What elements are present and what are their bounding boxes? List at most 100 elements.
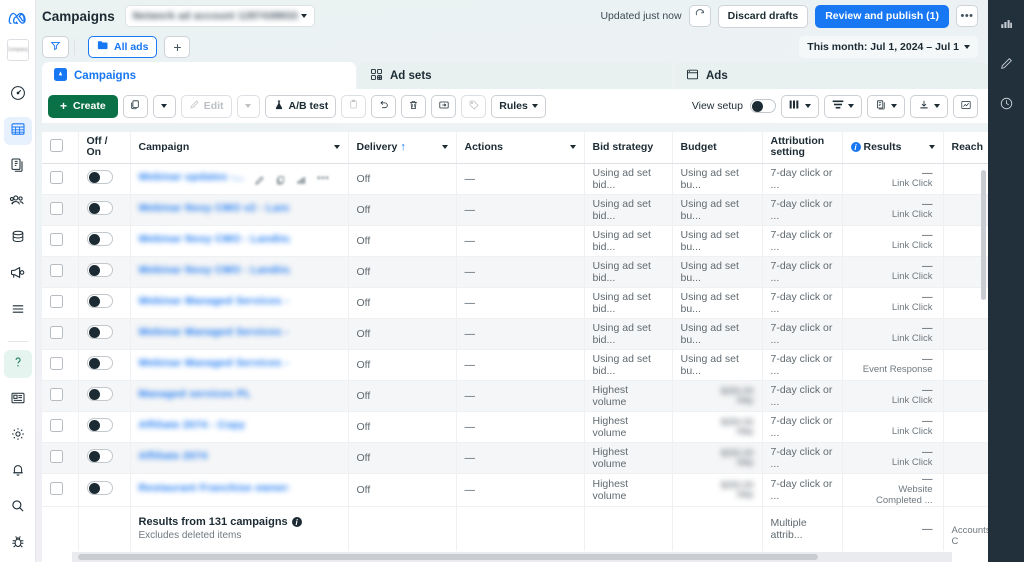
table-row[interactable]: Webinar Nosy CMO - Landing - DNS Off — U… bbox=[42, 225, 988, 257]
row-onoff-toggle[interactable] bbox=[86, 294, 113, 308]
row-checkbox[interactable] bbox=[50, 201, 63, 215]
table-row[interactable]: Affiliate 2074 - Copy Off — Highest volu… bbox=[42, 411, 988, 443]
right-rail-item-edit-panel[interactable] bbox=[992, 52, 1020, 80]
campaign-name-link[interactable]: Affiliate 2074 - Copy bbox=[139, 419, 246, 431]
undo-button[interactable] bbox=[371, 94, 397, 118]
sidebar-item-settings[interactable] bbox=[4, 422, 32, 450]
tab-adsets[interactable]: Ad sets bbox=[358, 62, 672, 89]
row-onoff-toggle[interactable] bbox=[86, 481, 113, 495]
campaign-name-link[interactable]: Webinar Nosy CMO v2 - Landing - EN bbox=[139, 202, 289, 214]
campaign-name-link[interactable]: Webinar Nosy CMO - Landing - DNS bbox=[139, 233, 289, 245]
select-all-checkbox[interactable] bbox=[50, 139, 63, 153]
row-checkbox[interactable] bbox=[50, 418, 63, 432]
horizontal-scrollbar[interactable] bbox=[78, 554, 818, 560]
sidebar-item-news[interactable] bbox=[4, 386, 32, 414]
row-checkbox[interactable] bbox=[50, 170, 63, 184]
info-icon[interactable]: i bbox=[850, 142, 861, 153]
row-checkbox[interactable] bbox=[50, 356, 63, 370]
edit-menu-button[interactable] bbox=[236, 94, 260, 118]
sort-asc-icon[interactable]: ↑ bbox=[400, 141, 406, 153]
duplicate-button[interactable] bbox=[122, 94, 148, 118]
create-button[interactable]: + Create bbox=[48, 94, 118, 118]
table-row[interactable]: Webinar Managed Services - ENG - Landing… bbox=[42, 287, 988, 319]
view-setup-toggle[interactable] bbox=[750, 99, 776, 113]
chevron-down-icon[interactable] bbox=[569, 145, 576, 150]
row-onoff-toggle[interactable] bbox=[86, 263, 113, 277]
table-row[interactable]: Affiliate 2074 Off — Highest volume $250… bbox=[42, 442, 988, 474]
sidebar-item-overview[interactable] bbox=[4, 81, 32, 109]
row-checkbox[interactable] bbox=[50, 263, 63, 277]
discard-drafts-button[interactable]: Discard drafts bbox=[717, 4, 809, 28]
row-onoff-toggle[interactable] bbox=[86, 449, 113, 463]
table-row[interactable]: Webinar Nosy CMO v2 - Landing - EN Off —… bbox=[42, 194, 988, 226]
columns-button[interactable] bbox=[781, 94, 819, 118]
row-onoff-toggle[interactable] bbox=[86, 325, 113, 339]
sidebar-item-campaigns[interactable] bbox=[3, 117, 32, 145]
row-checkbox[interactable] bbox=[50, 481, 63, 495]
breakdown-button[interactable] bbox=[824, 94, 862, 118]
right-rail-item-insights[interactable] bbox=[992, 12, 1020, 40]
add-filter-button[interactable]: + bbox=[164, 36, 191, 58]
sidebar-item-search[interactable] bbox=[4, 494, 32, 522]
delete-button[interactable] bbox=[401, 94, 427, 118]
vertical-scrollbar[interactable] bbox=[981, 170, 986, 300]
sidebar-item-ads-reporting[interactable] bbox=[4, 261, 32, 289]
row-checkbox[interactable] bbox=[50, 232, 63, 246]
row-checkbox[interactable] bbox=[50, 449, 63, 463]
table-row[interactable]: Webinar Managed Services - Modernize Off… bbox=[42, 349, 988, 381]
export-button[interactable] bbox=[431, 94, 457, 118]
download-button[interactable] bbox=[910, 94, 948, 118]
table-row[interactable]: Webinar Nosy CMO - Landing Off — Using a… bbox=[42, 256, 988, 288]
paste-button[interactable] bbox=[341, 94, 367, 118]
row-onoff-toggle[interactable] bbox=[86, 356, 113, 370]
account-selector[interactable]: Network ad account 1287438833 bbox=[124, 5, 315, 27]
row-checkbox[interactable] bbox=[50, 387, 63, 401]
row-checkbox[interactable] bbox=[50, 294, 63, 308]
table-row[interactable]: Webinar updates -... ••• Off — Using ad … bbox=[42, 163, 988, 195]
sidebar-item-notifications[interactable] bbox=[4, 458, 32, 486]
duplicate-menu-button[interactable] bbox=[152, 94, 176, 118]
campaign-name-link[interactable]: Webinar updates -... bbox=[139, 171, 245, 183]
row-onoff-toggle[interactable] bbox=[86, 170, 113, 184]
campaign-name-link[interactable]: Webinar Managed Services - Landing bbox=[139, 326, 289, 338]
chevron-down-icon[interactable] bbox=[333, 145, 340, 150]
account-thumbnail[interactable]: Company bbox=[6, 39, 29, 61]
row-checkbox[interactable] bbox=[50, 325, 63, 339]
campaign-name-link[interactable]: Managed services PL bbox=[139, 388, 252, 400]
rules-button[interactable]: Rules bbox=[491, 94, 546, 118]
sidebar-item-help[interactable] bbox=[3, 350, 32, 378]
sidebar-item-report-bug[interactable] bbox=[4, 530, 32, 558]
campaign-name-link[interactable]: Webinar Nosy CMO - Landing bbox=[139, 264, 289, 276]
table-row[interactable]: Managed services PL Off — Highest volume… bbox=[42, 380, 988, 412]
info-icon[interactable]: i bbox=[291, 517, 302, 528]
all-ads-chip[interactable]: All ads bbox=[88, 36, 158, 58]
reports-button[interactable] bbox=[867, 94, 905, 118]
tab-campaigns[interactable]: Campaigns bbox=[42, 62, 356, 89]
tag-button[interactable] bbox=[461, 94, 487, 118]
chart-view-button[interactable] bbox=[953, 94, 978, 118]
row-hover-actions[interactable]: ••• bbox=[254, 173, 329, 186]
campaign-name-link[interactable]: Webinar Managed Services - ENG - Landing bbox=[139, 295, 289, 307]
chevron-down-icon[interactable] bbox=[928, 145, 935, 150]
tab-ads[interactable]: Ads bbox=[674, 62, 988, 89]
campaign-name-link[interactable]: Restaurant Franchise owners US bbox=[139, 482, 289, 494]
ab-test-button[interactable]: A/B test bbox=[264, 94, 337, 118]
filter-button[interactable] bbox=[42, 36, 69, 58]
table-row[interactable]: Restaurant Franchise owners US Off — Hig… bbox=[42, 473, 988, 507]
more-options-button[interactable]: ••• bbox=[956, 5, 978, 27]
row-onoff-toggle[interactable] bbox=[86, 232, 113, 246]
sidebar-item-all-tools[interactable] bbox=[4, 297, 32, 325]
edit-button[interactable]: Edit bbox=[180, 94, 232, 118]
sidebar-item-audiences[interactable] bbox=[4, 189, 32, 217]
row-onoff-toggle[interactable] bbox=[86, 418, 113, 432]
campaign-name-link[interactable]: Affiliate 2074 bbox=[139, 450, 208, 462]
campaign-name-link[interactable]: Webinar Managed Services - Modernize bbox=[139, 357, 289, 369]
row-onoff-toggle[interactable] bbox=[86, 201, 113, 215]
refresh-button[interactable] bbox=[688, 5, 711, 27]
review-and-publish-button[interactable]: Review and publish (1) bbox=[815, 4, 949, 28]
chevron-down-icon[interactable] bbox=[441, 145, 448, 150]
sidebar-item-billing[interactable] bbox=[4, 225, 32, 253]
row-onoff-toggle[interactable] bbox=[86, 387, 113, 401]
sidebar-item-creatives[interactable] bbox=[4, 153, 32, 181]
meta-logo-icon[interactable] bbox=[7, 10, 29, 29]
